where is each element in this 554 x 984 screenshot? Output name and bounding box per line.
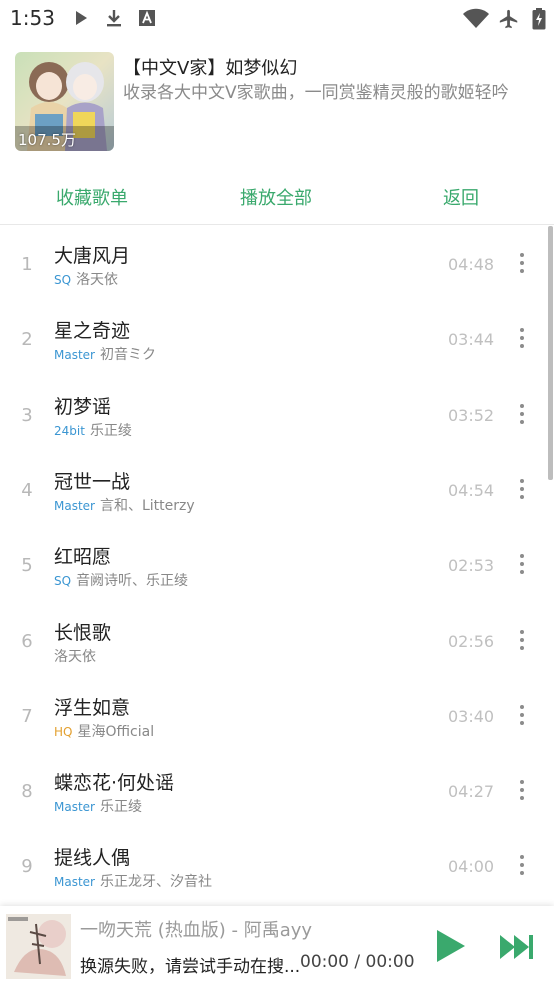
song-title: 大唐风月: [54, 245, 131, 267]
song-meta: Master 乐正绫: [54, 796, 142, 816]
next-track-icon[interactable]: [497, 932, 535, 962]
play-icon: [76, 11, 87, 25]
song-meta: 洛天依: [54, 646, 96, 666]
song-row[interactable]: 8 蝶恋花·何处谣 Master 乐正绫 04:27: [0, 753, 554, 828]
song-meta: SQ 音阙诗听、乐正绫: [54, 570, 188, 590]
now-playing-art: [6, 914, 71, 979]
song-artist: 音阙诗听、乐正绫: [76, 573, 189, 590]
song-meta: SQ 洛天依: [54, 269, 118, 289]
song-title: 长恨歌: [54, 621, 112, 644]
playlist-description: 收录各大中文V家歌曲，一同赏鉴精灵般的歌姬轻吟: [123, 83, 509, 103]
song-meta: Master 初音ミク: [54, 344, 156, 364]
song-meta: HQ 星海Official: [54, 721, 154, 741]
play-icon[interactable]: [430, 926, 470, 966]
wifi-icon: [463, 8, 489, 28]
song-title: 星之奇迹: [54, 320, 131, 343]
quality-badge: SQ: [54, 574, 72, 589]
song-index: 3: [21, 404, 33, 426]
scrollbar[interactable]: [548, 226, 553, 480]
download-icon: [107, 10, 121, 27]
song-duration: 04:27: [448, 782, 495, 802]
airplane-icon: [499, 9, 518, 29]
playlist-header: 107.5万 【中文V家】如梦似幻 收录各大中文V家歌曲，一同赏鉴精灵般的歌姬轻…: [0, 40, 554, 160]
quality-badge: 24bit: [54, 423, 85, 438]
song-title: 冠世一战: [54, 470, 131, 493]
song-artist: 乐正龙牙、汐音社: [99, 874, 212, 891]
status-time: 1:53: [10, 6, 55, 30]
song-title: 红昭愿: [54, 546, 112, 569]
more-options-icon[interactable]: [512, 250, 532, 276]
playlist-title: 【中文V家】如梦似幻: [123, 58, 298, 79]
quality-badge: Master: [54, 800, 95, 815]
song-title: 初梦谣: [54, 395, 112, 418]
song-artist: 星海Official: [77, 723, 155, 740]
song-duration: 03:52: [448, 405, 495, 425]
song-index: 7: [21, 705, 33, 727]
now-playing-title: 一吻天荒 (热血版) - 阿禹ayy: [80, 920, 313, 941]
song-meta: Master 言和、Litterzy: [54, 495, 195, 515]
battery-icon: [532, 8, 546, 30]
playlist-cover[interactable]: 107.5万: [15, 52, 114, 151]
play-all-button[interactable]: 播放全部: [240, 184, 312, 210]
quality-badge: SQ: [54, 273, 72, 287]
action-bar: 收藏歌单 播放全部 返回: [0, 166, 554, 225]
song-artist: 言和、Litterzy: [99, 497, 195, 514]
quality-badge: Master: [54, 875, 95, 890]
more-options-icon[interactable]: [512, 476, 532, 502]
song-duration: 02:56: [448, 631, 495, 651]
song-duration: 02:53: [448, 556, 495, 576]
more-options-icon[interactable]: [512, 702, 532, 728]
song-duration: 04:54: [448, 480, 495, 500]
song-meta: Master 乐正龙牙、汐音社: [54, 871, 212, 891]
more-options-icon[interactable]: [512, 401, 532, 427]
song-index: 2: [21, 329, 33, 351]
now-playing-time: 00:00 / 00:00: [300, 952, 415, 972]
more-options-icon[interactable]: [512, 777, 532, 803]
song-artist: 乐正绫: [99, 799, 142, 816]
song-row[interactable]: 7 浮生如意 HQ 星海Official 03:40: [0, 678, 554, 753]
more-options-icon[interactable]: [512, 551, 532, 577]
song-duration: 03:40: [448, 706, 495, 726]
song-row[interactable]: 5 红昭愿 SQ 音阙诗听、乐正绫 02:53: [0, 527, 554, 602]
now-playing-cover[interactable]: [6, 914, 71, 979]
song-title: 蝶恋花·何处谣: [54, 772, 175, 795]
font-icon: [139, 10, 155, 26]
song-duration: 04:48: [448, 255, 495, 274]
song-meta: 24bit 乐正绫: [54, 420, 132, 440]
song-index: 5: [21, 555, 33, 577]
status-bar: 1:53: [0, 0, 554, 36]
more-options-icon[interactable]: [512, 852, 532, 878]
song-index: 1: [21, 254, 33, 275]
song-row[interactable]: 2 星之奇迹 Master 初音ミク 03:44: [0, 301, 554, 376]
now-playing-status: 换源失败，请尝试手动在搜...: [80, 957, 301, 977]
song-artist: 洛天依: [54, 648, 96, 665]
song-index: 9: [21, 856, 33, 878]
song-duration: 03:44: [448, 330, 495, 350]
song-index: 4: [21, 479, 33, 501]
song-title: 浮生如意: [54, 696, 131, 719]
quality-badge: Master: [54, 498, 95, 513]
song-index: 8: [21, 781, 33, 803]
quality-badge: HQ: [54, 724, 73, 739]
more-options-icon[interactable]: [512, 627, 532, 653]
song-artist: 洛天依: [76, 272, 119, 288]
play-count: 107.5万: [18, 131, 76, 149]
song-row[interactable]: 3 初梦谣 24bit 乐正绫 03:52: [0, 377, 554, 452]
collect-playlist-button[interactable]: 收藏歌单: [56, 184, 128, 210]
song-row[interactable]: 9 提线人偶 Master 乐正龙牙、汐音社 04:00: [0, 828, 554, 903]
song-title: 提线人偶: [54, 847, 131, 870]
quality-badge: Master: [54, 348, 95, 363]
song-artist: 初音ミク: [99, 347, 156, 364]
song-row[interactable]: 6 长恨歌洛天依 02:56: [0, 603, 554, 678]
song-artist: 乐正绫: [89, 422, 132, 439]
more-options-icon[interactable]: [512, 325, 532, 351]
song-row[interactable]: 1 大唐风月 SQ 洛天依 04:48: [0, 226, 554, 301]
back-button[interactable]: 返回: [443, 184, 479, 210]
song-duration: 04:00: [448, 857, 495, 877]
song-row[interactable]: 4 冠世一战 Master 言和、Litterzy 04:54: [0, 452, 554, 527]
song-index: 6: [21, 630, 33, 652]
mini-player[interactable]: 一吻天荒 (热血版) - 阿禹ayy 换源失败，请尝试手动在搜... 00:00…: [0, 906, 554, 984]
